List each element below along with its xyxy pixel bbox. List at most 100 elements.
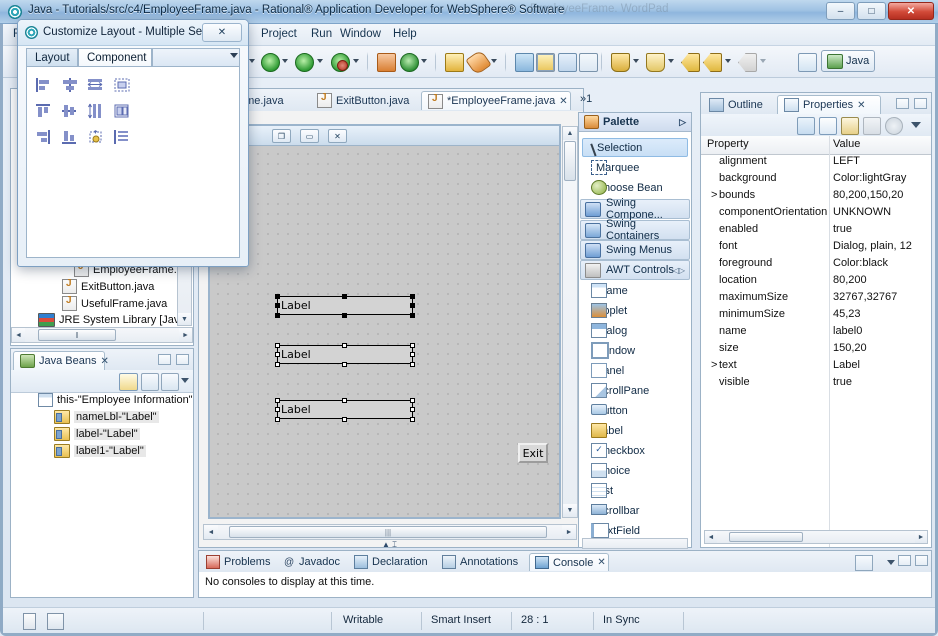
selection-handle[interactable] [275, 398, 280, 403]
console-menu-icon[interactable] [887, 560, 895, 565]
show-advanced-properties-icon[interactable] [841, 117, 859, 135]
property-row-maximumsize[interactable]: maximumSize 32767,32767 [701, 291, 931, 308]
run-icon[interactable] [261, 53, 280, 72]
mark-occurrences-icon[interactable] [536, 53, 555, 72]
back-navigation-icon[interactable] [681, 53, 700, 72]
selection-handle[interactable] [275, 313, 280, 318]
property-value[interactable]: label0 [833, 325, 862, 337]
property-value[interactable]: 32767,32767 [833, 291, 897, 303]
properties-hscrollbar[interactable]: ◄ ► [704, 530, 928, 544]
property-value[interactable]: Label [833, 359, 860, 371]
palette-item-scrollpane[interactable]: ScrollPane [582, 381, 688, 400]
selection-handle[interactable] [342, 417, 347, 422]
palette-drawer-swing-containers[interactable]: Swing Containers [580, 218, 690, 242]
next-annotation-icon[interactable] [515, 53, 534, 72]
design-frame[interactable]: ❐ ▭ ✕ [208, 124, 561, 519]
view-menu-icon[interactable] [181, 378, 189, 383]
show-whitespace-icon[interactable] [558, 53, 577, 72]
selection-handle[interactable] [410, 352, 415, 357]
selection-handle[interactable] [410, 294, 415, 299]
match-width-icon[interactable] [113, 77, 131, 93]
minimize-view-button[interactable] [898, 555, 911, 566]
scroll-right-arrow-icon[interactable]: ► [562, 525, 576, 539]
minimize-icon[interactable]: ▭ [300, 129, 319, 143]
dialog-dropdown-arrow-icon[interactable] [230, 53, 238, 58]
profile-dropdown-arrow-icon[interactable] [353, 59, 359, 63]
scroll-left-arrow-icon[interactable]: ◄ [204, 525, 218, 539]
new-class-dropdown-arrow-icon[interactable] [633, 59, 639, 63]
palette-tool-marquee[interactable]: Marquee [582, 158, 688, 177]
property-value[interactable]: 80,200 [833, 274, 867, 286]
palette-item-button[interactable]: Button [582, 401, 688, 420]
selection-handle[interactable] [410, 407, 415, 412]
drawer-collapse-icon[interactable]: ◁▷ [673, 266, 685, 275]
editor-tab-employeeframe[interactable]: *EmployeeFrame.java ✕ [421, 91, 571, 110]
property-row-foreground[interactable]: foreground Color:black [701, 257, 931, 274]
selection-handle[interactable] [410, 343, 415, 348]
tab-java-beans[interactable]: Java Beans ✕ [13, 351, 109, 370]
palette-drawer-awt-controls[interactable]: AWT Controls ◁▷ [580, 260, 690, 280]
palette-item-frame[interactable]: Frame [582, 281, 688, 300]
console-new-icon[interactable] [855, 555, 873, 571]
selection-handle[interactable] [275, 362, 280, 367]
selection-handle[interactable] [410, 313, 415, 318]
maximize-view-button[interactable] [915, 555, 928, 566]
new-interface-dropdown-arrow-icon[interactable] [668, 59, 674, 63]
property-row-name[interactable]: name label0 [701, 325, 931, 342]
menu-project[interactable]: Project [261, 28, 297, 40]
palette-item-dialog[interactable]: Dialog [582, 321, 688, 340]
align-bottom-icon[interactable] [61, 129, 79, 145]
palette-drawer-swing-menus[interactable]: Swing Menus [580, 240, 690, 260]
property-row-componentorientation[interactable]: componentOrientation UNKNOWN [701, 206, 931, 223]
property-value[interactable]: 80,200,150,20 [833, 189, 903, 201]
close-icon[interactable]: ✕ [100, 356, 108, 367]
tab-properties[interactable]: Properties ✕ [777, 95, 881, 114]
align-top-icon[interactable] [35, 103, 53, 119]
bean-item-namelbl[interactable]: nameLbl-"Label" [54, 410, 159, 424]
tree-item-jre-system-library[interactable]: JRE System Library [Java [38, 313, 186, 327]
close-icon[interactable]: ✕ [328, 129, 347, 143]
selection-handle[interactable] [342, 362, 347, 367]
property-row-background[interactable]: background Color:lightGray [701, 172, 931, 189]
selection-handle[interactable] [410, 417, 415, 422]
customize-layout-dialog[interactable]: Customize Layout - Multiple Sel... ✕ Lay… [17, 19, 249, 267]
minimize-view-button[interactable] [158, 354, 171, 365]
property-value[interactable]: Dialog, plain, 12 [833, 240, 912, 252]
java-perspective-button[interactable]: Java [821, 50, 876, 72]
search-dropdown-arrow-icon[interactable] [491, 59, 497, 63]
property-value[interactable]: Color:lightGray [833, 172, 906, 184]
vscroll-thumb[interactable] [564, 141, 576, 181]
palette-tool-selection[interactable]: Selection [582, 138, 688, 157]
palette-item-applet[interactable]: Applet [582, 301, 688, 320]
selection-handle[interactable] [275, 407, 280, 412]
maximize-view-button[interactable] [914, 98, 927, 109]
auto-size-icon[interactable] [87, 129, 105, 145]
property-row-visible[interactable]: visible true [701, 376, 931, 393]
tree-item-exitbutton[interactable]: ExitButton.java [62, 278, 154, 294]
property-row-bounds[interactable]: > bounds 80,200,150,20 [701, 189, 931, 206]
collapse-all-icon[interactable] [141, 373, 159, 391]
menu-help[interactable]: Help [393, 28, 417, 40]
design-grid[interactable] [210, 146, 559, 517]
scroll-right-arrow-icon[interactable]: ► [179, 328, 192, 342]
palette-pin-icon[interactable]: ▷ [679, 117, 686, 128]
property-row-alignment[interactable]: alignment LEFT [701, 155, 931, 172]
open-perspective-icon[interactable] [798, 53, 817, 72]
expand-marker[interactable]: > [711, 189, 717, 201]
hscroll-thumb[interactable]: ‖ [38, 329, 116, 341]
palette-item-window[interactable]: Window [582, 341, 688, 360]
tab-declaration[interactable]: Declaration [349, 553, 433, 571]
design-exit-button[interactable]: Exit [518, 443, 548, 463]
bean-item-this[interactable]: this-"Employee Information" [38, 393, 193, 407]
selection-handle[interactable] [342, 343, 347, 348]
new-interface-icon[interactable] [646, 53, 665, 72]
bookmark-icon[interactable] [23, 613, 36, 630]
close-icon[interactable]: ✕ [559, 96, 567, 107]
tab-component[interactable]: Component [78, 48, 152, 67]
property-row-enabled[interactable]: enabled true [701, 223, 931, 240]
hscroll-thumb[interactable]: ||| [229, 526, 547, 538]
property-row-font[interactable]: font Dialog, plain, 12 [701, 240, 931, 257]
link-editor-icon[interactable] [161, 373, 179, 391]
tab-layout[interactable]: Layout [26, 48, 78, 67]
scroll-up-arrow-icon[interactable]: ▲ [563, 127, 577, 140]
